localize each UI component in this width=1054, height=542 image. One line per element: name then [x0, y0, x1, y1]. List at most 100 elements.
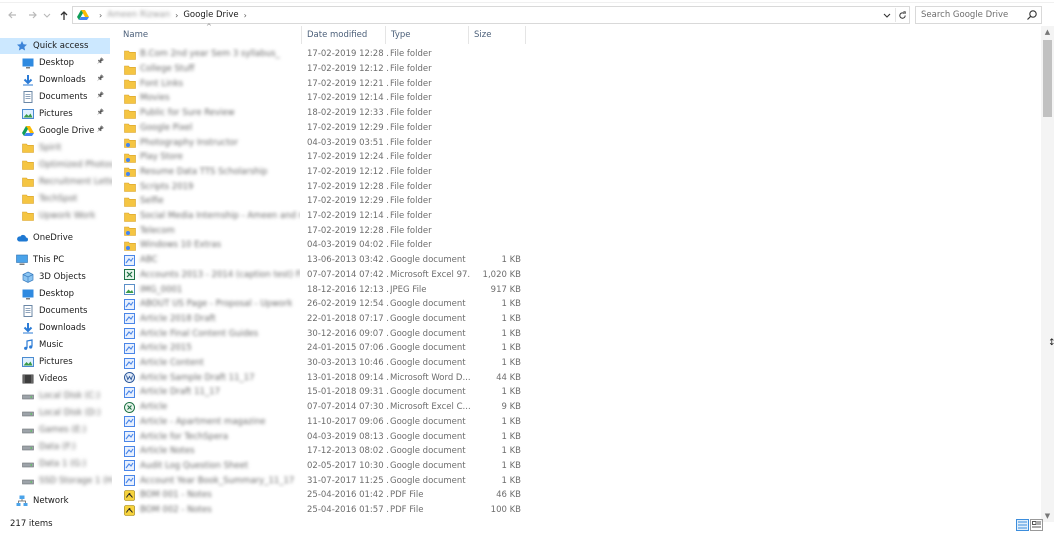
file-row[interactable]: Article Final Content Guides 30-12-2016 0…: [118, 326, 528, 341]
vertical-scrollbar[interactable]: ▲ ▼: [1041, 26, 1054, 522]
file-name: Account Year Book_Summary_11_17: [140, 475, 295, 486]
scrollbar-thumb[interactable]: [1043, 40, 1052, 117]
details-view-button[interactable]: [1016, 519, 1029, 531]
column-header-size[interactable]: Size: [469, 26, 526, 44]
drive-icon: [22, 441, 34, 453]
file-name: Article Final Content Guides: [140, 328, 259, 339]
file-type: File folder: [390, 240, 432, 251]
sidebar-item-local-disk-d[interactable]: Local Disk (D:): [0, 405, 110, 421]
address-bar[interactable]: › Ameen Rizwan › Google Drive ›: [72, 6, 910, 24]
folder-icon: [22, 142, 34, 154]
file-row[interactable]: College Stuff 17-02-2019 12:12 ... File fo…: [118, 62, 528, 77]
sidebar-item-3d-objects[interactable]: 3D Objects: [0, 269, 110, 285]
file-name-cell: IMG_0001: [124, 282, 300, 297]
file-row[interactable]: Resume Data TTS Scholarship 17-02-2019 12…: [118, 165, 528, 180]
file-row[interactable]: Article for TechSpera 04-03-2019 08:13 ..…: [118, 429, 528, 444]
file-row[interactable]: Social Media Internship - Ameen and more…: [118, 209, 528, 224]
file-row[interactable]: Selfie 17-02-2019 12:29 ... File folder: [118, 194, 528, 209]
up-button[interactable]: [57, 6, 71, 24]
file-row[interactable]: Public for Sure Review 18-02-2019 12:33 .…: [118, 106, 528, 121]
sidebar-item-data-f[interactable]: Data (F:): [0, 439, 110, 455]
sidebar-item-onedrive[interactable]: OneDrive: [0, 230, 110, 246]
large-icons-view-button[interactable]: [1030, 519, 1043, 531]
file-row[interactable]: Article 2015 24-01-2015 07:06 ... Google d…: [118, 341, 528, 356]
file-row[interactable]: Windows 10 Extras 04-03-2019 04:02 ... Fil…: [118, 238, 528, 253]
file-type: Google document: [390, 358, 466, 369]
file-row[interactable]: Movies 17-02-2019 12:14 ... File folder: [118, 91, 528, 106]
file-row[interactable]: Audit Log Question Sheet 02-05-2017 10:30…: [118, 459, 528, 474]
file-name: Article Content: [140, 358, 204, 369]
back-button[interactable]: [5, 6, 19, 24]
sidebar-item-label: Pictures: [39, 109, 73, 119]
file-row[interactable]: Font Links 17-02-2019 12:21 ... File folde…: [118, 76, 528, 91]
file-row[interactable]: Scripts 2019 17-02-2019 12:28 ... File fol…: [118, 179, 528, 194]
scroll-up-arrow[interactable]: ▲: [1041, 26, 1054, 38]
breadcrumb-user[interactable]: Ameen Rizwan: [107, 10, 170, 20]
file-row[interactable]: Article Sample Draft 11_17 13-01-2018 09:…: [118, 370, 528, 385]
google-doc-icon: [124, 328, 135, 340]
sidebar-item-desktop[interactable]: Desktop: [0, 286, 110, 302]
pin-icon: 📌: [96, 75, 104, 82]
breadcrumb-google-drive[interactable]: Google Drive: [183, 10, 238, 20]
search-input[interactable]: [921, 10, 1021, 20]
sidebar-item-downloads[interactable]: Downloads 📌: [0, 72, 110, 88]
sidebar-item-quick-access[interactable]: Quick access: [0, 38, 110, 54]
file-row[interactable]: Account Year Book_Summary_11_17 31-07-201…: [118, 473, 528, 488]
file-row[interactable]: Play Store 17-02-2019 12:24 ... File folde…: [118, 150, 528, 165]
sidebar-item-data-1-g[interactable]: Data 1 (G:): [0, 456, 110, 472]
sidebar-item-games-e[interactable]: Games (E:): [0, 422, 110, 438]
refresh-button[interactable]: [895, 8, 908, 22]
sidebar-item-documents[interactable]: Documents: [0, 303, 110, 319]
sidebar-item-music[interactable]: Music: [0, 337, 110, 353]
file-size: 1 KB: [501, 343, 521, 354]
recent-locations-button[interactable]: [42, 6, 52, 24]
sidebar-item-ssd-storage-1-h[interactable]: SSD Storage 1 (H:): [0, 473, 112, 489]
file-size: 1 KB: [501, 460, 521, 471]
address-dropdown-button[interactable]: [881, 8, 893, 22]
file-row[interactable]: IMG_0001 18-12-2016 12:13 ... JPEG File 917…: [118, 282, 528, 297]
file-row[interactable]: Article 07-07-2014 07:30 ... Microsoft Exc…: [118, 400, 528, 415]
file-row[interactable]: Telecom 17-02-2019 12:28 ... File folder: [118, 223, 528, 238]
file-row[interactable]: BOM 001 - Notes 25-04-2016 01:42 ... PDF F…: [118, 488, 528, 503]
sidebar-item-desktop[interactable]: Desktop 📌: [0, 55, 110, 71]
file-row[interactable]: Article Content 30-03-2013 10:46 ... Googl…: [118, 356, 528, 371]
file-type: Google document: [390, 343, 466, 354]
column-header-name[interactable]: Name: [118, 26, 302, 44]
sidebar-item-videos[interactable]: Videos: [0, 371, 110, 387]
file-row[interactable]: Google Pixel 17-02-2019 12:29 ... File fol…: [118, 121, 528, 136]
file-row[interactable]: Article Notes 17-12-2013 08:02 ... Google …: [118, 444, 528, 459]
sidebar-item-pictures[interactable]: Pictures: [0, 354, 110, 370]
file-row[interactable]: ABC 13-06-2013 03:42 ... Google document 1 …: [118, 253, 528, 268]
file-size: 1 KB: [501, 328, 521, 339]
sidebar-item-spirit[interactable]: Spirit: [0, 140, 110, 156]
sidebar-item-this-pc[interactable]: This PC: [0, 252, 110, 268]
file-row[interactable]: Article - Apartment magazine 11-10-2017 0…: [118, 415, 528, 430]
file-row[interactable]: Photography Instructor 04-03-2019 03:51 .…: [118, 135, 528, 150]
file-row[interactable]: BOM 002 - Notes 25-04-2016 01:57 ... PDF F…: [118, 503, 528, 518]
sidebar-item-local-disk-c[interactable]: Local Disk (C:): [0, 388, 110, 404]
search-box[interactable]: [915, 6, 1042, 24]
column-header-type[interactable]: Type: [386, 26, 469, 44]
file-row[interactable]: B.Com 2nd year Sem 3 syllabus_ 17-02-2019…: [118, 47, 528, 62]
sidebar-item-documents[interactable]: Documents 📌: [0, 89, 110, 105]
file-row[interactable]: ABOUT US Page - Proposal - Upwork 26-02-2…: [118, 297, 528, 312]
sidebar-item-upwork-work[interactable]: Upwork Work: [0, 208, 110, 224]
sidebar-item-recruitment-letter[interactable]: Recruitment Letter: [0, 174, 112, 190]
sidebar-item-network[interactable]: Network: [0, 493, 110, 509]
file-row[interactable]: Accounts 2013 - 2014 (caption test) File…: [118, 268, 528, 283]
sidebar-item-google-drive[interactable]: Google Drive 📌: [0, 123, 110, 139]
sidebar-item-downloads[interactable]: Downloads: [0, 320, 110, 336]
file-name: Selfie: [140, 196, 164, 207]
sidebar-item-optimized-photos[interactable]: Optimized Photos: [0, 157, 112, 173]
column-header-date[interactable]: Date modified: [302, 26, 386, 44]
pdf-icon: [124, 504, 135, 516]
file-type: PDF File: [390, 490, 424, 501]
sidebar-item-pictures[interactable]: Pictures 📌: [0, 106, 110, 122]
forward-button[interactable]: [26, 6, 40, 24]
file-name-cell: Article for TechSpera: [124, 429, 300, 444]
file-row[interactable]: Article Draft 11_17 15-01-2018 09:31 ... G…: [118, 385, 528, 400]
file-date: 25-04-2016 01:42 ...: [307, 490, 389, 501]
file-row[interactable]: Article 2018 Draft 22-01-2018 07:17 ... Go…: [118, 312, 528, 327]
sidebar-item-techspot[interactable]: TechSpot: [0, 191, 110, 207]
file-name: Photography Instructor: [140, 137, 239, 148]
